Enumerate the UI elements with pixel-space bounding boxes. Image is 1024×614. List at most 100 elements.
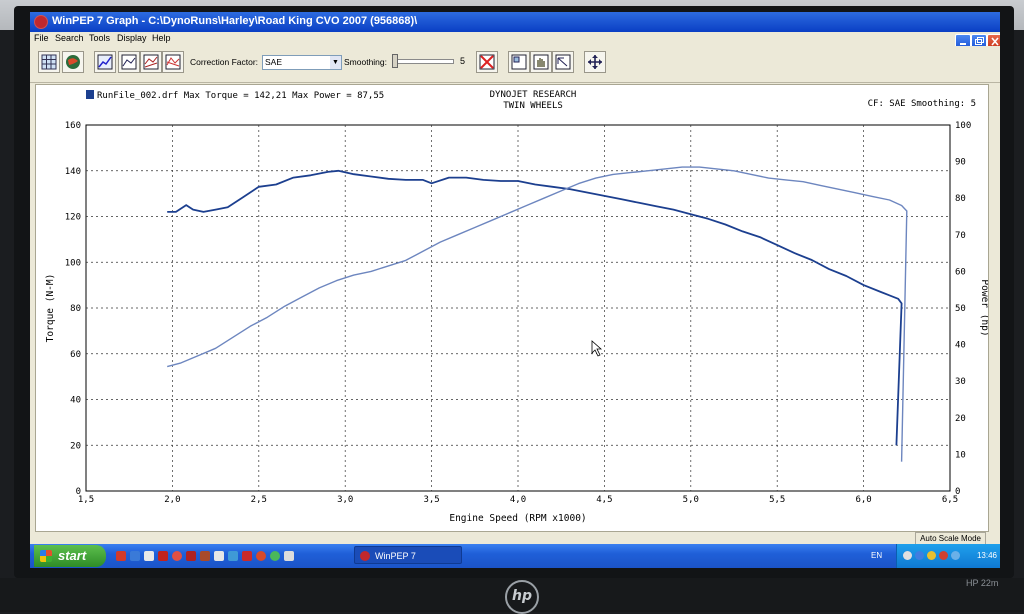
quicklaunch-4-icon[interactable] [158, 551, 168, 561]
cursor-graph-button[interactable] [552, 51, 574, 73]
menu-help[interactable]: Help [152, 33, 171, 43]
tray-2-icon[interactable] [915, 551, 924, 560]
hand-button[interactable] [530, 51, 552, 73]
y-right-tick-label: 40 [955, 341, 966, 351]
hp-logo: hp [505, 580, 539, 614]
graph-header-1: DYNOJET RESEARCH [490, 90, 577, 100]
start-label: start [58, 548, 87, 563]
zoom-in-button[interactable] [508, 51, 530, 73]
system-tray: EN 13:46 [871, 544, 1000, 568]
hand-icon [533, 54, 549, 70]
run-legend: RunFile_002.drf Max Torque = 142,21 Max … [97, 91, 384, 101]
y-right-tick-label: 70 [955, 231, 966, 241]
start-button[interactable]: start [34, 545, 106, 567]
cursor-graph-icon [555, 54, 571, 70]
quicklaunch-8-icon[interactable] [214, 551, 224, 561]
y-left-tick-label: 80 [70, 304, 81, 314]
quicklaunch-12-icon[interactable] [270, 551, 280, 561]
x-tick-label: 5,5 [769, 495, 785, 505]
y-right-tick-label: 90 [955, 158, 966, 168]
monitor-model: HP 22m [966, 578, 999, 588]
y-right-tick-label: 100 [955, 121, 971, 131]
task-winpep-label: WinPEP 7 [375, 551, 416, 561]
y-axis-left-label: Torque (N-M) [45, 274, 56, 343]
cf-smoothing-label: CF: SAE Smoothing: 5 [868, 99, 976, 109]
graph-button[interactable] [118, 51, 140, 73]
quicklaunch-6-icon[interactable] [186, 551, 196, 561]
tray-4-icon[interactable] [939, 551, 948, 560]
menu-search[interactable]: Search [55, 33, 84, 43]
y-right-tick-label: 30 [955, 377, 966, 387]
zoom-in-icon [511, 54, 527, 70]
correction-factor-label: Correction Factor: [190, 57, 259, 67]
y-right-tick-label: 10 [955, 450, 966, 460]
graph-2-button[interactable] [140, 51, 162, 73]
graph-3d-button[interactable] [94, 51, 116, 73]
y-left-tick-label: 60 [70, 350, 81, 360]
y-left-tick-label: 120 [65, 213, 81, 223]
quicklaunch-3-icon[interactable] [144, 551, 154, 561]
quicklaunch-2-icon[interactable] [130, 551, 140, 561]
screen: WinPEP 7 Graph - C:\DynoRuns\Harley\Road… [30, 12, 1000, 568]
window-title: WinPEP 7 Graph - C:\DynoRuns\Harley\Road… [52, 15, 418, 27]
y-right-tick-label: 20 [955, 414, 966, 424]
dyno-chart: 1,5 2,0 2,5 3,0 3,5 4,0 4,5 5,0 5,5 6,0 6,50204060… [45, 90, 990, 524]
graph-header-2: TWIN WHEELS [503, 101, 563, 111]
x-axis-label: Engine Speed (RPM x1000) [449, 513, 586, 524]
x-tick-label: 6,0 [855, 495, 871, 505]
x-tick-label: 3,0 [337, 495, 353, 505]
x-tick-label: 4,0 [510, 495, 526, 505]
y-left-tick-label: 140 [65, 167, 81, 177]
y-right-tick-label: 60 [955, 267, 966, 277]
clock: 13:46 [976, 551, 997, 560]
menu-file[interactable]: File [34, 33, 49, 43]
tray-1-icon[interactable] [903, 551, 912, 560]
quicklaunch-10-icon[interactable] [242, 551, 252, 561]
quicklaunch-11-icon[interactable] [256, 551, 266, 561]
y-left-tick-label: 100 [65, 258, 81, 268]
quicklaunch-5-icon[interactable] [172, 551, 182, 561]
x-tick-label: 2,0 [164, 495, 180, 505]
quicklaunch-13-icon[interactable] [284, 551, 294, 561]
chevron-down-icon[interactable]: ▼ [330, 56, 341, 69]
x-tick-label: 2,5 [251, 495, 267, 505]
y-left-tick-label: 160 [65, 121, 81, 131]
y-left-tick-label: 40 [70, 396, 81, 406]
globe-icon [66, 55, 80, 69]
toolbar: Correction Factor: SAE ▼ Smoothing: 5 [30, 46, 1000, 83]
y-left-tick-label: 0 [76, 487, 81, 497]
y-left-tick-label: 20 [70, 441, 81, 451]
smoothing-slider-thumb[interactable] [392, 54, 398, 68]
graph-3-button[interactable] [162, 51, 184, 73]
window-titlebar[interactable]: WinPEP 7 Graph - C:\DynoRuns\Harley\Road… [30, 12, 1000, 32]
status-bar: Auto Scale Mode [30, 532, 1000, 546]
quicklaunch-1-icon[interactable] [116, 551, 126, 561]
clear-icon [479, 54, 495, 70]
windows-flag-icon [40, 550, 52, 562]
tray-3-icon[interactable] [927, 551, 936, 560]
smoothing-slider[interactable] [394, 59, 454, 64]
quicklaunch-9-icon[interactable] [228, 551, 238, 561]
smoothing-label: Smoothing: [344, 57, 387, 67]
graph-3d-icon [97, 54, 113, 70]
correction-factor-select[interactable]: SAE ▼ [262, 55, 342, 70]
dyno-graph[interactable]: 1,5 2,0 2,5 3,0 3,5 4,0 4,5 5,0 5,5 6,0 6,5 0 20 40 60… [35, 84, 990, 532]
menu-display[interactable]: Display [117, 33, 147, 43]
menu-tools[interactable]: Tools [89, 33, 110, 43]
correction-factor-value: SAE [265, 57, 283, 67]
smoothing-value: 5 [460, 56, 466, 66]
tray-5-icon[interactable] [951, 551, 960, 560]
language-indicator[interactable]: EN [871, 551, 882, 560]
quicklaunch-7-icon[interactable] [200, 551, 210, 561]
move-button[interactable] [584, 51, 606, 73]
grid-icon [41, 54, 57, 70]
globe-button[interactable] [62, 51, 84, 73]
grid-button[interactable] [38, 51, 60, 73]
taskbar: start WinPEP 7 EN 13:46 [30, 544, 1000, 568]
y-axis-right-label: Power (hp) [979, 279, 988, 336]
x-tick-label: 3,5 [423, 495, 439, 505]
task-winpep[interactable]: WinPEP 7 [354, 546, 462, 564]
winpep-app-icon[interactable] [34, 15, 48, 29]
legend-swatch [86, 90, 94, 99]
clear-button[interactable] [476, 51, 498, 73]
